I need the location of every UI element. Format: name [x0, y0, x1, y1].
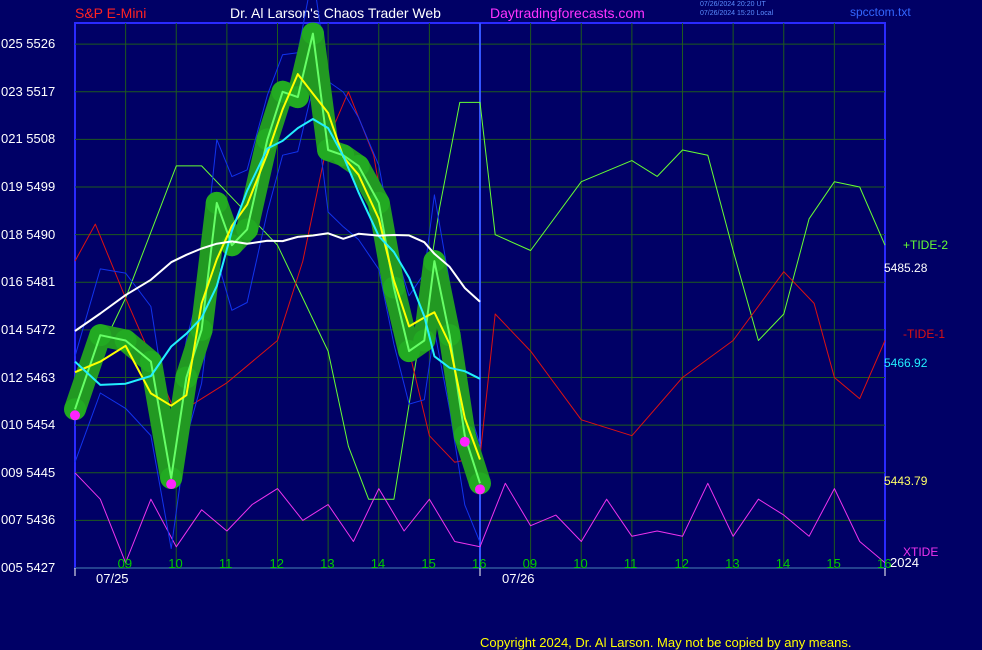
magenta-dot — [459, 436, 470, 447]
y-tick-label: 007 5436 — [1, 512, 56, 528]
x-tick-label-day2: 11 — [623, 556, 638, 571]
y-tick-label: 016 5481 — [1, 274, 56, 290]
xtide-label: XTIDE — [903, 545, 939, 559]
chart-canvas — [64, 0, 886, 576]
y-tick-label: 019 5499 — [1, 179, 56, 195]
x-tick-label-day1: 15 — [421, 556, 436, 571]
magenta-dot — [166, 479, 177, 490]
x-tick-label-day1: 11 — [218, 556, 233, 571]
date-day1: 07/25 — [96, 571, 129, 586]
value-yellow: 5443.79 — [884, 474, 928, 488]
x-tick-label-day2: 10 — [573, 556, 588, 571]
y-tick-label: 005 5427 — [1, 560, 56, 575]
x-tick-label-day2: 13 — [725, 556, 740, 571]
copyright: Copyright 2024, Dr. Al Larson. May not b… — [480, 635, 852, 650]
tide2-label: +TIDE-2 — [903, 238, 949, 252]
magenta-dot — [475, 484, 485, 495]
y-tick-label: 014 5472 — [1, 321, 56, 337]
y-tick-label: 021 5508 — [1, 131, 56, 147]
chart-marks — [64, 0, 886, 564]
x-tick-label-day2: 14 — [775, 556, 791, 571]
y-tick-label: 025 5526 — [1, 36, 56, 52]
y-tick-label: 009 5445 — [1, 464, 56, 480]
date-day2: 07/26 — [502, 571, 535, 586]
value-white: 5485.28 — [884, 261, 928, 275]
x-tick-label-day1: 14 — [370, 556, 386, 571]
y-tick-label: 012 5463 — [1, 369, 56, 385]
x-tick-label-day1: 09 — [117, 556, 133, 571]
y-tick-label: 023 5517 — [1, 83, 56, 99]
tide1-label: -TIDE-1 — [903, 327, 945, 341]
x-tick-label-day2: 12 — [674, 556, 689, 571]
x-tick-label-day1: 10 — [168, 556, 183, 571]
x-tick-label-day1: 12 — [269, 556, 284, 571]
x-tick-label-day1: 16 — [472, 556, 487, 571]
x-tick-label-day2: 15 — [826, 556, 841, 571]
x-tick-label-day2: 09 — [522, 556, 538, 571]
y-tick-label: 018 5490 — [1, 226, 56, 242]
value-cyan: 5466.92 — [884, 356, 928, 370]
magenta-dot — [70, 410, 80, 421]
x-tick-label-day1: 13 — [320, 556, 335, 571]
y-tick-label: 010 5454 — [1, 417, 56, 433]
